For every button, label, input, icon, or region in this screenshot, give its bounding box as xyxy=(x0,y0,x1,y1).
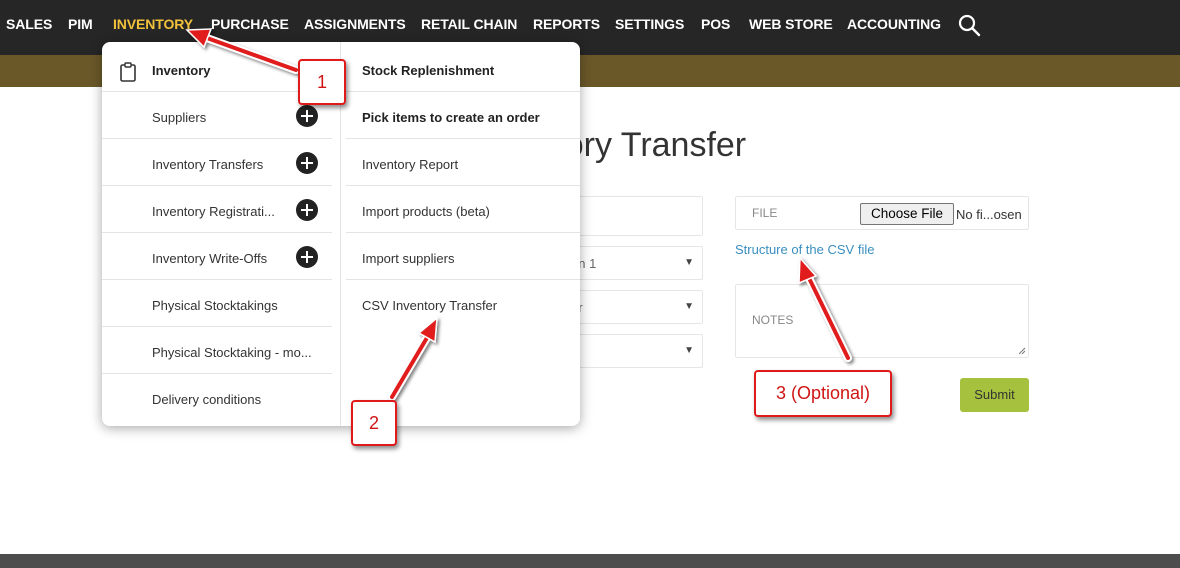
nav-sales[interactable]: SALES xyxy=(6,16,52,32)
menu-item-inventory-transfers[interactable]: Inventory Transfers xyxy=(102,139,332,186)
menu-item-inventory-registrations[interactable]: Inventory Registrati... xyxy=(102,186,332,233)
menu-item-csv-inventory-transfer[interactable]: CSV Inventory Transfer xyxy=(346,280,580,327)
search-icon[interactable] xyxy=(957,13,981,37)
menu-item-label: Physical Stocktaking - mo... xyxy=(152,345,312,360)
menu-item-label: Inventory Transfers xyxy=(152,157,264,172)
menu-item-label: Import products (beta) xyxy=(362,204,490,219)
file-label: FILE xyxy=(752,206,778,220)
plus-icon[interactable] xyxy=(296,199,318,221)
menu-item-import-suppliers[interactable]: Import suppliers xyxy=(346,233,580,280)
nav-assignments[interactable]: ASSIGNMENTS xyxy=(304,16,406,32)
menu-item-inventory-report[interactable]: Inventory Report xyxy=(346,139,580,186)
select-1[interactable]: on 1 ▼ xyxy=(560,246,703,280)
nav-purchase[interactable]: PURCHASE xyxy=(211,16,289,32)
csv-structure-link[interactable]: Structure of the CSV file xyxy=(735,242,874,257)
clipboard-icon xyxy=(120,62,136,82)
nav-pos[interactable]: POS xyxy=(701,16,730,32)
text-input[interactable] xyxy=(560,196,703,236)
notes-textarea[interactable]: NOTES xyxy=(735,284,1029,358)
caret-down-icon: ▼ xyxy=(684,345,694,356)
nav-pim[interactable]: PIM xyxy=(68,16,93,32)
menu-item-physical-stocktakings[interactable]: Physical Stocktakings xyxy=(102,280,332,327)
caret-down-icon: ▼ xyxy=(684,301,694,312)
menu-item-physical-stocktaking-mo[interactable]: Physical Stocktaking - mo... xyxy=(102,327,332,374)
file-input: FILE Choose File No fi...osen xyxy=(735,196,1029,230)
menu-item-label: Physical Stocktakings xyxy=(152,298,278,313)
annotation-step-2: 2 xyxy=(351,400,397,446)
menu-item-label: Inventory Report xyxy=(362,157,459,172)
menu-item-label: Stock Replenishment xyxy=(362,63,495,78)
menu-item-label: Pick items to create an order xyxy=(362,110,540,125)
nav-settings[interactable]: SETTINGS xyxy=(615,16,684,32)
choose-file-button[interactable]: Choose File xyxy=(860,203,954,225)
annotation-step-3: 3 (Optional) xyxy=(754,370,892,417)
menu-item-import-products[interactable]: Import products (beta) xyxy=(346,186,580,233)
nav-web-store[interactable]: WEB STORE xyxy=(749,16,833,32)
nav-inventory[interactable]: INVENTORY xyxy=(113,16,193,32)
file-status: No fi...osen xyxy=(956,207,1022,222)
menu-item-label: Suppliers xyxy=(152,110,207,125)
select-3[interactable]: ▼ xyxy=(560,334,703,368)
menu-item-pick-items[interactable]: Pick items to create an order xyxy=(346,92,580,139)
nav-reports[interactable]: REPORTS xyxy=(533,16,600,32)
resize-handle-icon[interactable] xyxy=(1018,347,1026,355)
submit-button[interactable]: Submit xyxy=(960,378,1029,412)
menu-item-label: Import suppliers xyxy=(362,251,455,266)
nav-accounting[interactable]: ACCOUNTING xyxy=(847,16,941,32)
menu-item-label: Delivery conditions xyxy=(152,392,262,407)
menu-item-inventory-write-offs[interactable]: Inventory Write-Offs xyxy=(102,233,332,280)
caret-down-icon: ▼ xyxy=(684,257,694,268)
plus-icon[interactable] xyxy=(296,152,318,174)
nav-retail-chain[interactable]: RETAIL CHAIN xyxy=(421,16,517,32)
menu-item-label: Inventory Write-Offs xyxy=(152,251,268,266)
notes-placeholder: NOTES xyxy=(752,313,794,327)
menu-item-label: Inventory xyxy=(152,63,211,78)
select-2[interactable]: er ▼ xyxy=(560,290,703,324)
footer-bar xyxy=(0,554,1180,568)
annotation-step-1: 1 xyxy=(298,59,346,105)
menu-item-delivery-conditions[interactable]: Delivery conditions xyxy=(102,374,332,421)
menu-item-label: CSV Inventory Transfer xyxy=(362,298,498,313)
menu-item-label: Inventory Registrati... xyxy=(152,204,275,219)
plus-icon[interactable] xyxy=(296,246,318,268)
plus-icon[interactable] xyxy=(296,105,318,127)
menu-item-stock-replenishment[interactable]: Stock Replenishment xyxy=(346,45,580,92)
